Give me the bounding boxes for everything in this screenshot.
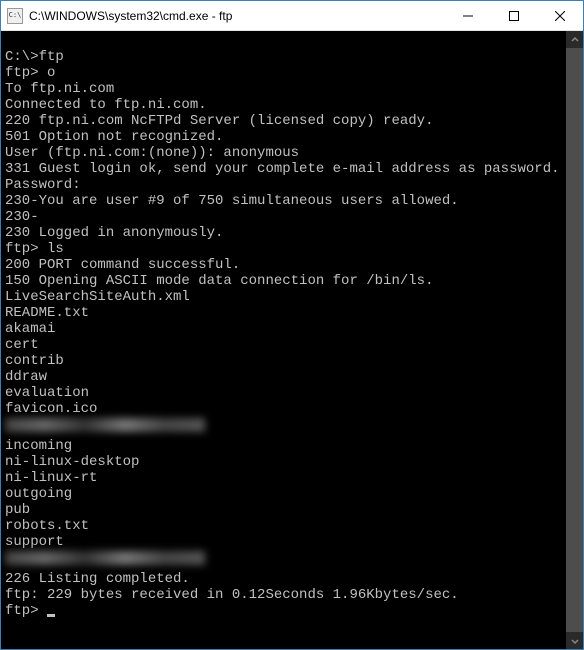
- terminal-line: cert: [5, 337, 562, 353]
- terminal-prompt-line[interactable]: ftp>: [5, 603, 562, 619]
- close-icon: [555, 11, 565, 21]
- terminal-line: akamai: [5, 321, 562, 337]
- close-button[interactable]: [537, 1, 583, 30]
- maximize-icon: [509, 11, 519, 21]
- minimize-button[interactable]: [445, 1, 491, 30]
- terminal-line: [5, 550, 562, 571]
- command-prompt-window: C:\ C:\WINDOWS\system32\cmd.exe - ftp C:…: [0, 0, 584, 650]
- terminal-line: 230-: [5, 209, 562, 225]
- maximize-button[interactable]: [491, 1, 537, 30]
- window-controls: [445, 1, 583, 30]
- terminal-line: 220 ftp.ni.com NcFTPd Server (licensed c…: [5, 113, 562, 129]
- redacted-line: [5, 418, 205, 432]
- terminal-line: 226 Listing completed.: [5, 571, 562, 587]
- minimize-icon: [463, 11, 473, 21]
- terminal-line: README.txt: [5, 305, 562, 321]
- terminal-line: Password:: [5, 177, 562, 193]
- terminal-output[interactable]: C:\>ftpftp> oTo ftp.ni.comConnected to f…: [1, 31, 566, 649]
- terminal-line: 200 PORT command successful.: [5, 257, 562, 273]
- chevron-up-icon: [571, 36, 579, 44]
- terminal-line: 331 Guest login ok, send your complete e…: [5, 161, 562, 177]
- terminal-cursor: [47, 614, 55, 617]
- terminal-prompt: ftp>: [5, 603, 47, 619]
- terminal-line: 230-You are user #9 of 750 simultaneous …: [5, 193, 562, 209]
- terminal-line: evaluation: [5, 385, 562, 401]
- terminal-line: pub: [5, 502, 562, 518]
- terminal-line: ftp> o: [5, 65, 562, 81]
- terminal-line: contrib: [5, 353, 562, 369]
- terminal-line: [5, 417, 562, 438]
- scrollbar-track[interactable]: [566, 48, 583, 632]
- terminal-line: LiveSearchSiteAuth.xml: [5, 289, 562, 305]
- terminal-line: support: [5, 534, 562, 550]
- app-icon: C:\: [7, 8, 23, 24]
- scroll-up-button[interactable]: [566, 31, 583, 48]
- terminal-line: ftp: 229 bytes received in 0.12Seconds 1…: [5, 587, 562, 603]
- terminal-line: To ftp.ni.com: [5, 81, 562, 97]
- terminal-line: incoming: [5, 438, 562, 454]
- terminal-line: C:\>ftp: [5, 49, 562, 65]
- terminal-line: outgoing: [5, 486, 562, 502]
- chevron-down-icon: [571, 637, 579, 645]
- terminal-line: ftp> ls: [5, 241, 562, 257]
- terminal-area: C:\>ftpftp> oTo ftp.ni.comConnected to f…: [1, 31, 583, 649]
- terminal-line: robots.txt: [5, 518, 562, 534]
- terminal-line: ddraw: [5, 369, 562, 385]
- terminal-line: ni-linux-rt: [5, 470, 562, 486]
- titlebar[interactable]: C:\ C:\WINDOWS\system32\cmd.exe - ftp: [1, 1, 583, 31]
- terminal-line: Connected to ftp.ni.com.: [5, 97, 562, 113]
- redacted-line: [5, 551, 205, 565]
- vertical-scrollbar[interactable]: [566, 31, 583, 649]
- terminal-line: 501 Option not recognized.: [5, 129, 562, 145]
- scrollbar-thumb[interactable]: [566, 48, 583, 632]
- terminal-line: User (ftp.ni.com:(none)): anonymous: [5, 145, 562, 161]
- terminal-line: 150 Opening ASCII mode data connection f…: [5, 273, 562, 289]
- terminal-line: 230 Logged in anonymously.: [5, 225, 562, 241]
- window-title: C:\WINDOWS\system32\cmd.exe - ftp: [29, 9, 445, 23]
- scroll-down-button[interactable]: [566, 632, 583, 649]
- terminal-line: favicon.ico: [5, 401, 562, 417]
- terminal-line: [5, 33, 562, 49]
- terminal-line: ni-linux-desktop: [5, 454, 562, 470]
- app-icon-text: C:\: [9, 12, 22, 19]
